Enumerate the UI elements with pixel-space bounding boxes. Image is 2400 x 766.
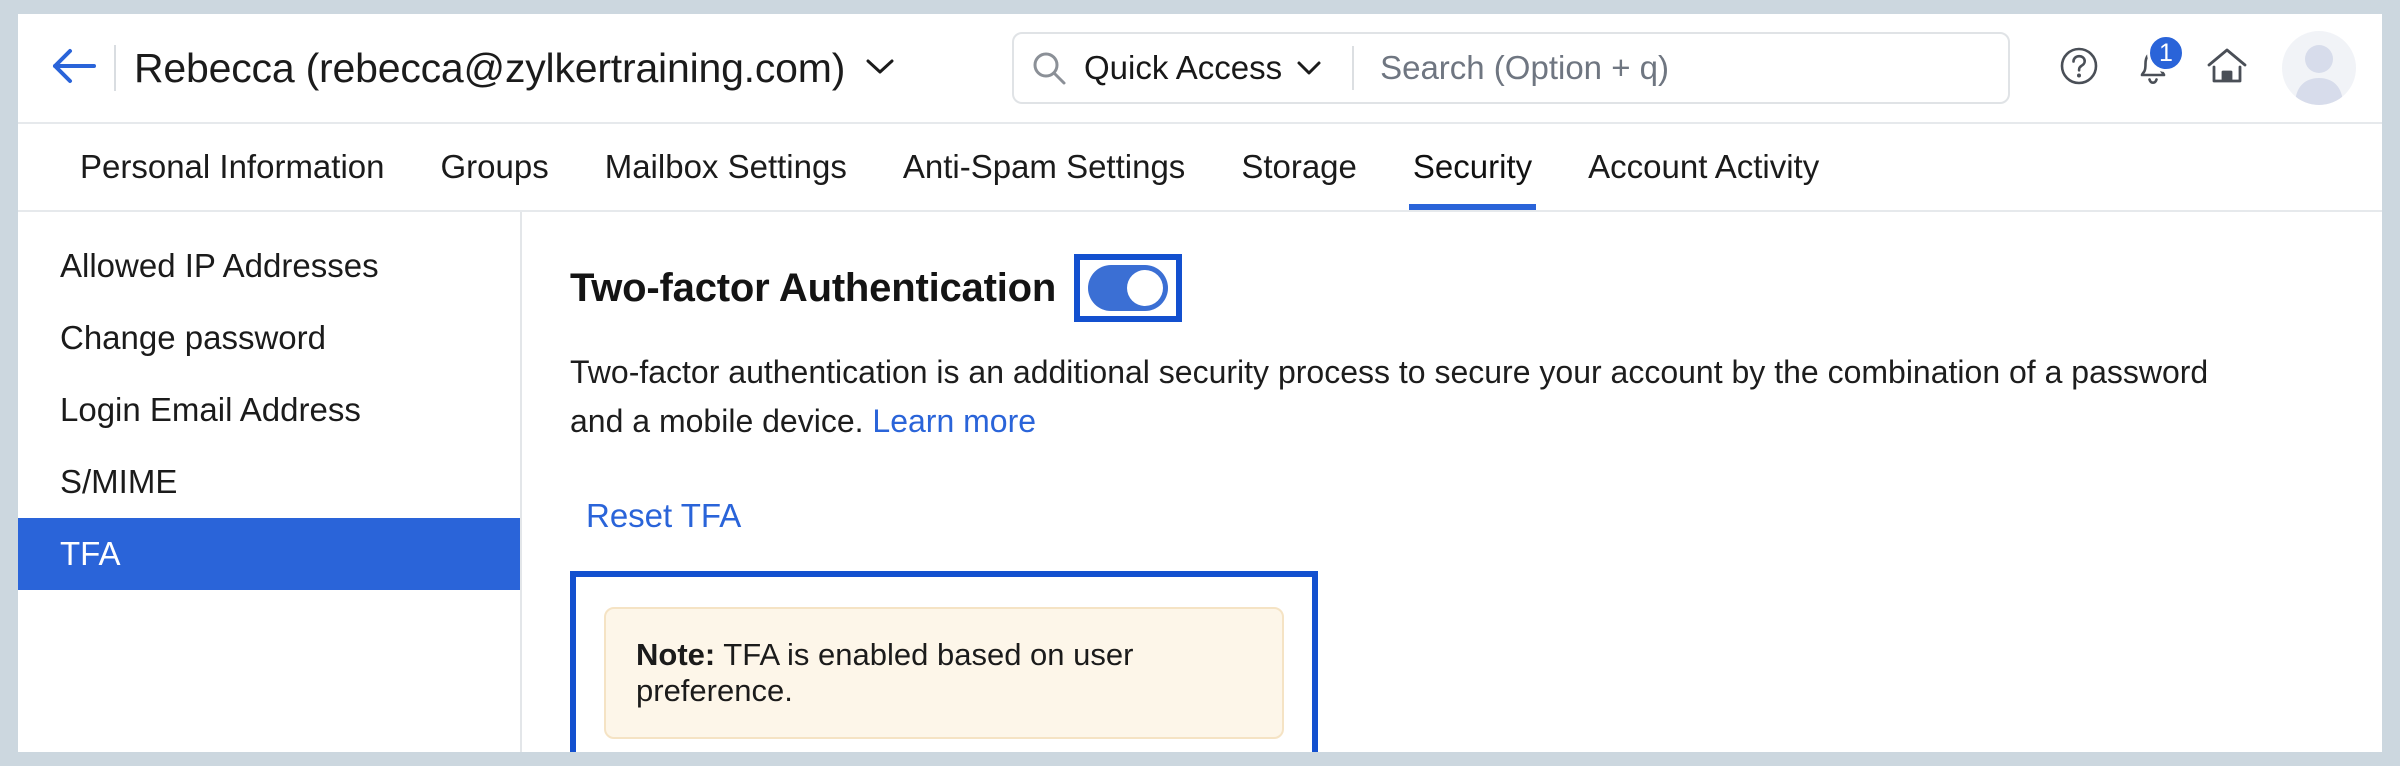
note-box: Note: TFA is enabled based on user prefe… [604, 607, 1284, 739]
tab-security[interactable]: Security [1385, 124, 1560, 210]
help-circle-icon [2057, 44, 2101, 93]
tfa-toggle-highlight [1074, 254, 1182, 322]
tab-groups[interactable]: Groups [413, 124, 577, 210]
sidebar-item-allowed-ip-addresses[interactable]: Allowed IP Addresses [18, 230, 520, 302]
main-tab-bar: Personal Information Groups Mailbox Sett… [18, 124, 2382, 212]
sidebar-item-label: Allowed IP Addresses [60, 247, 379, 285]
back-button[interactable] [46, 41, 100, 95]
reset-tfa-link[interactable]: Reset TFA [586, 497, 741, 535]
tfa-title-row: Two-factor Authentication [570, 254, 2382, 322]
search-separator [1352, 46, 1354, 90]
account-dropdown-button[interactable] [865, 56, 895, 81]
reset-tfa-row: Reset TFA [570, 497, 2382, 535]
sidebar-item-tfa[interactable]: TFA [18, 518, 520, 590]
help-button[interactable] [2042, 31, 2116, 105]
sidebar-item-smime[interactable]: S/MIME [18, 446, 520, 518]
tab-label: Mailbox Settings [605, 148, 847, 186]
search-scope-selector[interactable]: Quick Access [1084, 49, 1322, 87]
tab-label: Storage [1241, 148, 1357, 186]
note-prefix: Note: [636, 637, 715, 672]
tab-storage[interactable]: Storage [1213, 124, 1385, 210]
sidebar-item-change-password[interactable]: Change password [18, 302, 520, 374]
sidebar-item-login-email-address[interactable]: Login Email Address [18, 374, 520, 446]
page-title: Two-factor Authentication [570, 266, 1056, 311]
header-divider [114, 45, 116, 91]
search-scope-label: Quick Access [1084, 49, 1282, 87]
sidebar-item-label: S/MIME [60, 463, 177, 501]
tab-label: Personal Information [80, 148, 385, 186]
tfa-description: Two-factor authentication is an addition… [570, 348, 2210, 445]
chevron-down-icon [865, 56, 895, 81]
tab-personal-information[interactable]: Personal Information [52, 124, 413, 210]
search-bar: Quick Access [1012, 32, 2010, 104]
notifications-button[interactable]: 1 [2116, 31, 2190, 105]
search-input[interactable] [1380, 34, 2008, 102]
account-title: Rebecca (rebecca@zylkertraining.com) [134, 45, 845, 92]
tab-label: Account Activity [1588, 148, 1819, 186]
tab-label: Groups [441, 148, 549, 186]
sidebar-item-label: Change password [60, 319, 326, 357]
chevron-down-icon [1296, 59, 1322, 77]
tab-label: Anti-Spam Settings [903, 148, 1185, 186]
sidebar-item-label: TFA [60, 535, 121, 573]
home-button[interactable] [2190, 31, 2264, 105]
header-icon-group: 1 [2042, 31, 2356, 105]
content-area: Allowed IP Addresses Change password Log… [18, 212, 2382, 752]
security-sidebar: Allowed IP Addresses Change password Log… [18, 212, 522, 752]
tfa-description-text: Two-factor authentication is an addition… [570, 354, 2208, 439]
top-header: Rebecca (rebecca@zylkertraining.com) Qui… [18, 14, 2382, 124]
search-icon [1014, 50, 1084, 86]
app-window: Rebecca (rebecca@zylkertraining.com) Qui… [18, 14, 2382, 752]
tfa-toggle[interactable] [1088, 265, 1168, 311]
arrow-left-icon [50, 46, 96, 91]
note-highlight: Note: TFA is enabled based on user prefe… [570, 571, 1318, 752]
notification-badge: 1 [2147, 34, 2185, 72]
tfa-panel: Two-factor Authentication Two-factor aut… [522, 212, 2382, 752]
tab-mailbox-settings[interactable]: Mailbox Settings [577, 124, 875, 210]
tab-account-activity[interactable]: Account Activity [1560, 124, 1847, 210]
learn-more-link[interactable]: Learn more [872, 403, 1036, 439]
tab-label: Security [1413, 148, 1532, 186]
tab-anti-spam-settings[interactable]: Anti-Spam Settings [875, 124, 1213, 210]
sidebar-item-label: Login Email Address [60, 391, 361, 429]
home-icon [2204, 45, 2250, 92]
avatar[interactable] [2282, 31, 2356, 105]
toggle-knob [1127, 270, 1163, 306]
